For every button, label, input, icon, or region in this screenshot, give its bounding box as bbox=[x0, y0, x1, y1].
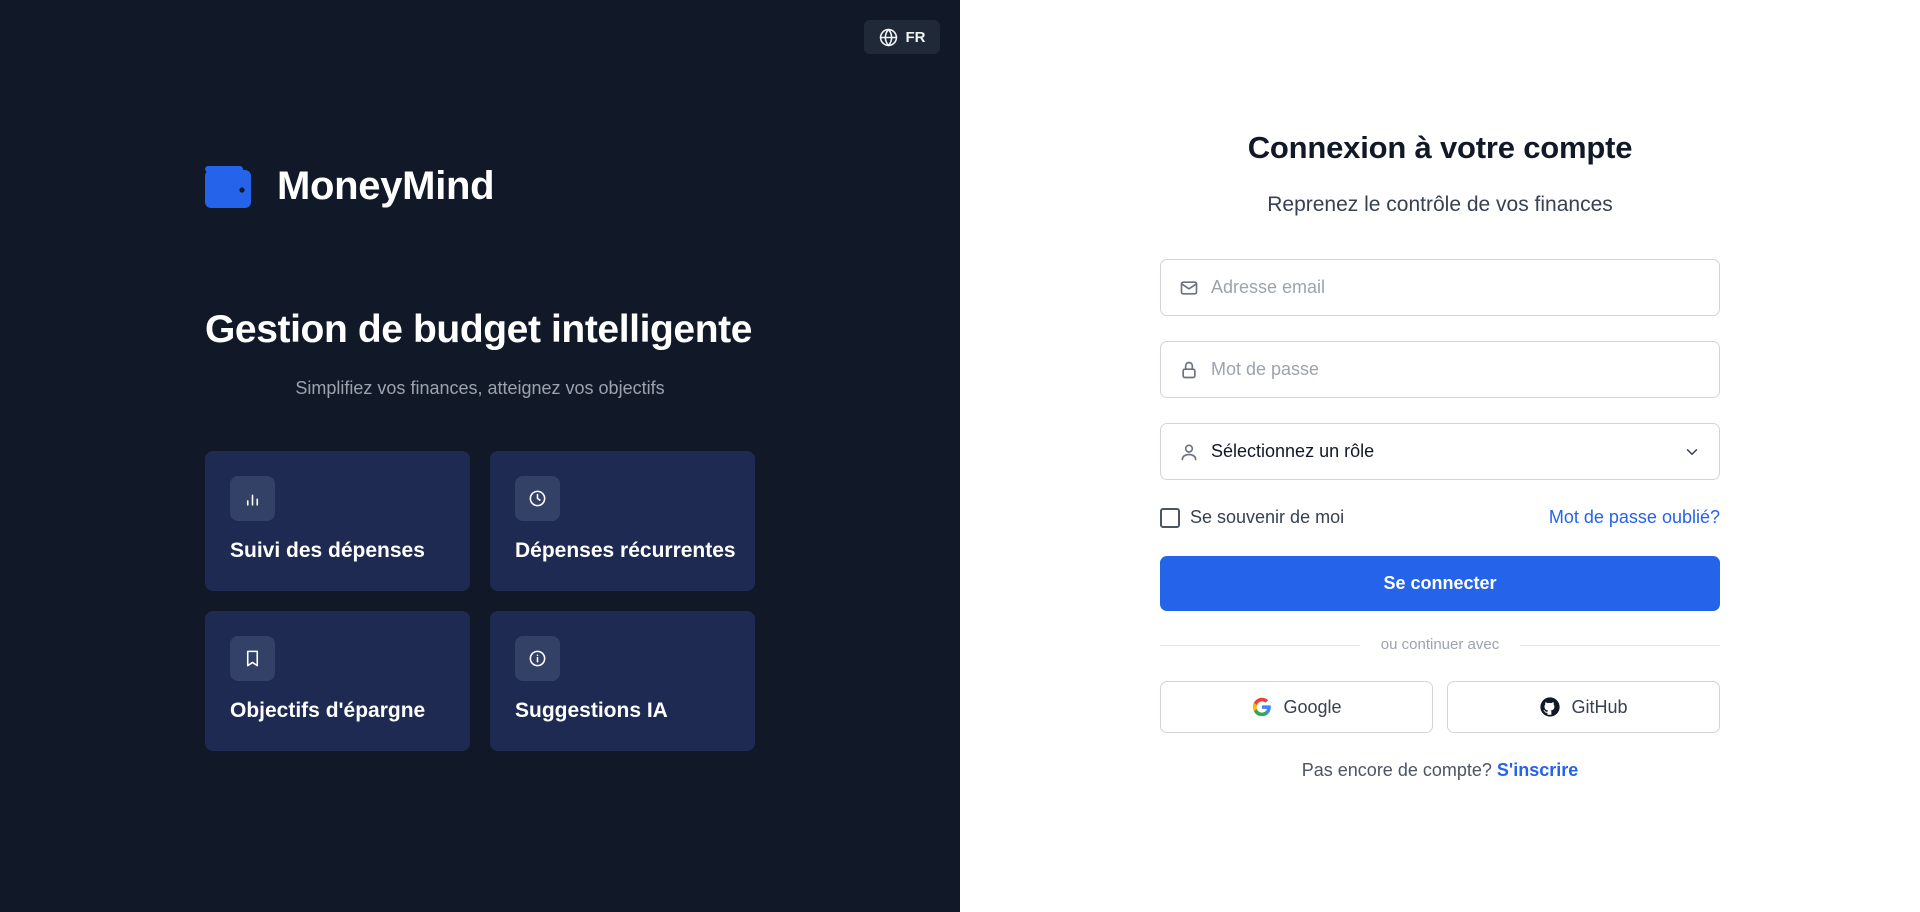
feature-label: Objectifs d'épargne bbox=[230, 699, 426, 722]
hero-title: Gestion de budget intelligente bbox=[205, 308, 753, 351]
feature-icon-box bbox=[515, 476, 560, 521]
login-subtitle: Reprenez le contrôle de vos finances bbox=[1267, 193, 1613, 216]
brand-panel: FR MoneyMind Gestion de budget intellige… bbox=[0, 0, 960, 912]
signup-prompt-text: Pas encore de compte? bbox=[1301, 760, 1492, 780]
mail-icon bbox=[1180, 280, 1198, 295]
google-login-button[interactable]: Google bbox=[1160, 681, 1433, 733]
lock-icon bbox=[1182, 361, 1196, 378]
clock-icon bbox=[529, 490, 546, 507]
feature-icon-box bbox=[515, 636, 560, 681]
signup-link[interactable]: S'inscrire bbox=[1497, 760, 1578, 780]
login-title: Connexion à votre compte bbox=[1247, 130, 1633, 165]
feature-label: Dépenses récurrentes bbox=[515, 539, 736, 562]
brand-name: MoneyMind bbox=[277, 164, 495, 208]
wallet-icon bbox=[205, 165, 251, 208]
globe-icon bbox=[879, 28, 897, 46]
divider-line-right bbox=[1520, 645, 1720, 646]
feature-label: Suivi des dépenses bbox=[230, 539, 425, 562]
brand-logo: MoneyMind bbox=[205, 164, 495, 209]
feature-label: Suggestions IA bbox=[515, 699, 668, 722]
remember-me-label: Se souvenir de moi bbox=[1190, 507, 1345, 527]
feature-card-ai: Suggestions IA bbox=[490, 611, 755, 751]
remember-me[interactable]: Se souvenir de moi bbox=[1160, 507, 1344, 528]
password-field[interactable] bbox=[1160, 341, 1720, 398]
feature-card-recurring: Dépenses récurrentes bbox=[490, 451, 755, 591]
email-field[interactable] bbox=[1160, 259, 1720, 316]
bar-chart-icon bbox=[246, 494, 259, 506]
divider-line-left bbox=[1160, 645, 1360, 646]
language-switcher[interactable]: FR bbox=[864, 20, 940, 54]
feature-card-savings: Objectifs d'épargne bbox=[205, 611, 470, 751]
feature-card-expense-tracking: Suivi des dépenses bbox=[205, 451, 470, 591]
login-button[interactable]: Se connecter bbox=[1160, 556, 1720, 611]
feature-icon-box bbox=[230, 636, 275, 681]
role-select-value: Sélectionnez un rôle bbox=[1211, 441, 1375, 461]
user-icon bbox=[1181, 444, 1197, 460]
bookmark-icon bbox=[246, 650, 259, 667]
github-label: GitHub bbox=[1571, 696, 1628, 717]
email-input[interactable] bbox=[1211, 277, 1691, 298]
remember-me-checkbox[interactable] bbox=[1160, 507, 1180, 528]
info-icon bbox=[529, 650, 546, 667]
github-login-button[interactable]: GitHub bbox=[1447, 681, 1720, 733]
feature-icon-box bbox=[230, 476, 275, 521]
google-label: Google bbox=[1283, 696, 1342, 717]
chevron-down-icon bbox=[1686, 448, 1698, 455]
divider-text: ou continuer avec bbox=[1380, 636, 1500, 653]
role-select[interactable]: Sélectionnez un rôle bbox=[1160, 423, 1720, 480]
github-icon bbox=[1540, 697, 1561, 717]
password-input[interactable] bbox=[1211, 359, 1691, 380]
signup-prompt: Pas encore de compte? S'inscrire bbox=[1160, 760, 1720, 781]
forgot-password-link[interactable]: Mot de passe oublié? bbox=[1520, 507, 1720, 528]
hero-subtitle: Simplifiez vos finances, atteignez vos o… bbox=[295, 378, 665, 398]
language-code: FR bbox=[905, 28, 926, 46]
google-icon bbox=[1253, 697, 1272, 717]
